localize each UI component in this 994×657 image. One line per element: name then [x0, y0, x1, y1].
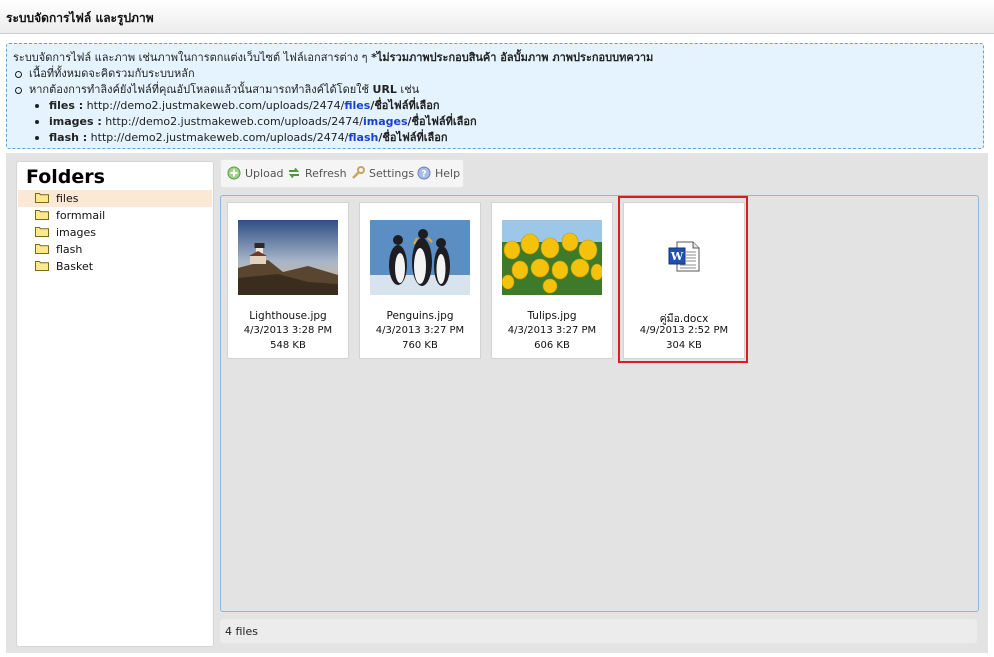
file-name: Penguins.jpg: [386, 310, 454, 322]
folder-sidebar: Folders files formmail images flash Bask…: [16, 161, 214, 647]
example-url-images: images : http://demo2.justmakeweb.com/up…: [13, 114, 977, 130]
refresh-icon: [288, 167, 300, 179]
folder-item-files[interactable]: files: [18, 190, 212, 207]
folder-label: files: [56, 192, 79, 205]
folder-icon: [35, 227, 49, 237]
file-date: 4/3/2013 3:27 PM: [375, 325, 465, 336]
upload-icon: [227, 166, 241, 180]
file-name: Lighthouse.jpg: [249, 310, 327, 322]
status-bar: 4 files: [220, 619, 977, 643]
folder-item-basket[interactable]: Basket: [18, 258, 212, 275]
file-grid: Lighthouse.jpg 4/3/2013 3:28 PM 548 KB P…: [220, 195, 979, 612]
folder-item-flash[interactable]: flash: [18, 241, 212, 258]
selection-highlight: [618, 196, 748, 363]
folder-icon: [35, 261, 49, 271]
file-size: 606 KB: [534, 340, 570, 351]
folder-icon: [35, 244, 49, 254]
file-date: 4/3/2013 3:28 PM: [243, 325, 333, 336]
folder-label: images: [56, 226, 96, 239]
folders-heading: Folders: [26, 166, 105, 188]
folder-label: flash: [56, 243, 83, 256]
folder-item-formmail[interactable]: formmail: [18, 207, 212, 224]
lighthouse-thumbnail: [238, 220, 338, 295]
tulips-thumbnail: [502, 220, 602, 295]
file-size: 548 KB: [270, 340, 306, 351]
file-card-tulips[interactable]: Tulips.jpg 4/3/2013 3:27 PM 606 KB: [491, 202, 613, 359]
file-count: 4 files: [225, 625, 258, 638]
file-card-penguins[interactable]: Penguins.jpg 4/3/2013 3:27 PM 760 KB: [359, 202, 481, 359]
file-card-lighthouse[interactable]: Lighthouse.jpg 4/3/2013 3:28 PM 548 KB: [227, 202, 349, 359]
toolbar: Upload Refresh Settings ? Help: [220, 159, 464, 188]
example-url-files: files : http://demo2.justmakeweb.com/upl…: [13, 98, 977, 114]
info-intro-text: ระบบจัดการไฟล์ และภาพ เช่นภาพในการตกแต่ง…: [13, 51, 372, 64]
wrench-icon: [352, 166, 365, 179]
info-bullet-link: หากต้องการทำลิงค์ยังไฟล์ที่คุณอัปโหลดแล้…: [13, 82, 977, 98]
app-header: ระบบจัดการไฟล์ และรูปภาพ: [0, 0, 994, 34]
info-panel: ระบบจัดการไฟล์ และภาพ เช่นภาพในการตกแต่ง…: [6, 43, 984, 149]
info-bullet-storage: เนื้อที่ทั้งหมดจะคิดรวมกับระบบหลัก: [13, 66, 977, 82]
file-name: Tulips.jpg: [527, 310, 577, 322]
folder-icon: [35, 210, 49, 220]
file-size: 760 KB: [402, 340, 438, 351]
folder-item-images[interactable]: images: [18, 224, 212, 241]
info-intro-note: *ไม่รวมภาพประกอบสินค้า อัลบั้มภาพ ภาพประ…: [371, 51, 654, 64]
file-date: 4/3/2013 3:27 PM: [507, 325, 597, 336]
page-title: ระบบจัดการไฟล์ และรูปภาพ: [6, 11, 154, 25]
penguins-thumbnail: [370, 220, 470, 295]
folder-label: formmail: [56, 209, 106, 222]
example-url-flash: flash : http://demo2.justmakeweb.com/upl…: [13, 130, 977, 146]
svg-text:?: ?: [421, 170, 426, 180]
folder-label: Basket: [56, 260, 94, 273]
help-icon: ?: [417, 166, 431, 180]
folder-icon: [35, 193, 49, 203]
info-intro: ระบบจัดการไฟล์ และภาพ เช่นภาพในการตกแต่ง…: [13, 50, 977, 66]
file-manager: Folders files formmail images flash Bask…: [6, 153, 988, 653]
